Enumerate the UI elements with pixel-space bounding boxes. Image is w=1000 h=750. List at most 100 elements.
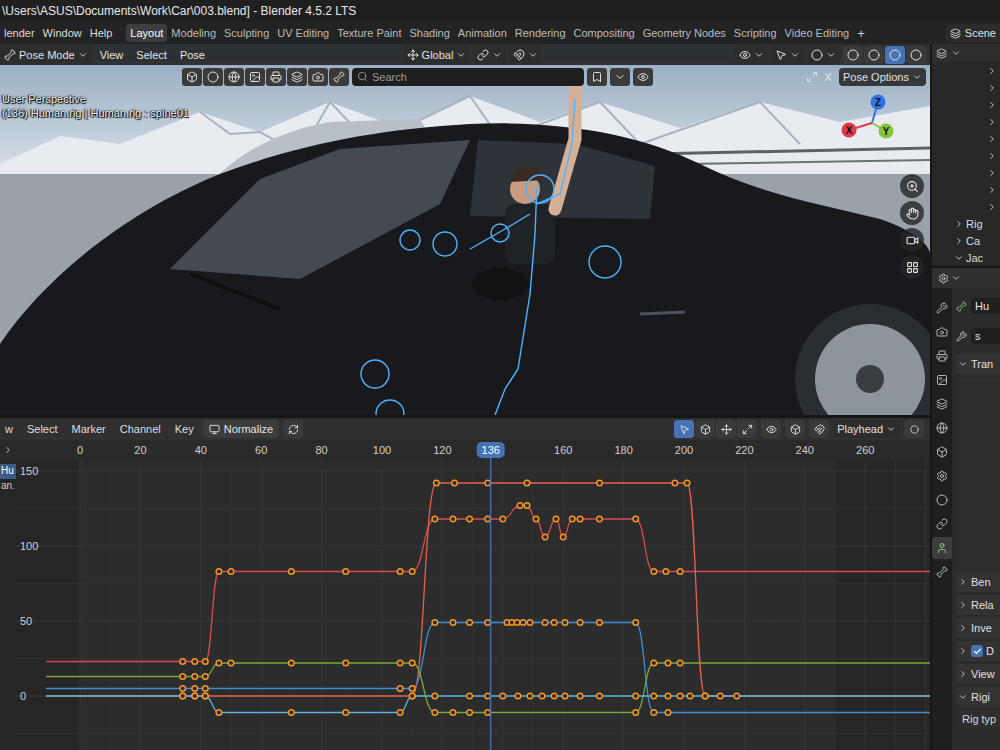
object-name-field[interactable]: Hu bbox=[971, 298, 1000, 314]
panel-header[interactable]: View bbox=[956, 664, 1000, 684]
orientation-dropdown[interactable]: Global bbox=[403, 46, 471, 64]
keyframe[interactable] bbox=[192, 659, 198, 665]
menu-item[interactable]: lender bbox=[0, 25, 39, 41]
keyframe[interactable] bbox=[524, 503, 530, 509]
keyframe[interactable] bbox=[409, 693, 415, 699]
properties-tab[interactable] bbox=[932, 321, 952, 343]
graph-menu[interactable]: Key bbox=[170, 421, 199, 437]
mirror-icon[interactable] bbox=[806, 71, 818, 83]
tool-button[interactable] bbox=[695, 420, 715, 438]
curve-path[interactable] bbox=[183, 663, 680, 713]
keyframe[interactable] bbox=[633, 693, 639, 699]
workspace-tab[interactable]: Texture Paint bbox=[333, 24, 405, 42]
playhead-line[interactable] bbox=[490, 458, 491, 750]
toolbar-button[interactable] bbox=[182, 68, 202, 86]
keyframe[interactable] bbox=[577, 516, 583, 522]
properties-tab[interactable] bbox=[932, 393, 952, 415]
keyframe[interactable] bbox=[397, 569, 403, 575]
chevron-right-icon[interactable] bbox=[954, 219, 964, 229]
panel-header[interactable]: Rela bbox=[956, 595, 1000, 615]
axis-handle[interactable] bbox=[871, 95, 886, 110]
overlay-dropdown[interactable] bbox=[807, 46, 840, 64]
chevron-down-icon[interactable] bbox=[951, 273, 961, 283]
graph-menu[interactable]: Marker bbox=[67, 421, 111, 437]
keyframe[interactable] bbox=[228, 569, 234, 575]
panel-header[interactable]: Rigi bbox=[956, 687, 1000, 707]
keyframe[interactable] bbox=[485, 620, 491, 626]
keyframe[interactable] bbox=[432, 693, 438, 699]
properties-tab[interactable] bbox=[932, 489, 952, 511]
keyframe[interactable] bbox=[450, 516, 456, 522]
keyframe[interactable] bbox=[432, 516, 438, 522]
keyframe[interactable] bbox=[485, 480, 491, 486]
curve-path[interactable] bbox=[183, 696, 705, 713]
keyframe[interactable] bbox=[192, 693, 198, 699]
keyframe[interactable] bbox=[702, 693, 708, 699]
panel-header[interactable]: D bbox=[956, 641, 1000, 661]
properties-tab[interactable] bbox=[932, 513, 952, 535]
toolbar-button[interactable] bbox=[203, 68, 223, 86]
graph-menu[interactable]: Channel bbox=[115, 421, 166, 437]
keyframe[interactable] bbox=[533, 516, 539, 522]
axis-handle[interactable] bbox=[879, 124, 894, 139]
keyframe[interactable] bbox=[665, 693, 671, 699]
keyframe[interactable] bbox=[203, 674, 209, 680]
workspace-tab[interactable]: Video Editing bbox=[781, 24, 854, 42]
3d-viewport[interactable]: Pose ModeViewSelectPoseGlobalSearchXPose… bbox=[0, 44, 930, 415]
keyframe[interactable] bbox=[343, 710, 349, 716]
armature[interactable] bbox=[361, 99, 621, 415]
proportional-button[interactable] bbox=[904, 420, 924, 438]
pivot-dropdown[interactable] bbox=[473, 46, 506, 64]
keyframe[interactable] bbox=[597, 620, 603, 626]
toolbar-button[interactable] bbox=[329, 68, 349, 86]
chevron-right-icon[interactable] bbox=[987, 202, 997, 212]
panel-checkbox[interactable] bbox=[971, 645, 983, 657]
chevron-right-icon[interactable] bbox=[987, 134, 997, 144]
keyframe[interactable] bbox=[343, 569, 349, 575]
toolbar-button[interactable] bbox=[224, 68, 244, 86]
keyframe[interactable] bbox=[539, 693, 545, 699]
keyframe[interactable] bbox=[597, 480, 603, 486]
curve-path[interactable] bbox=[183, 623, 668, 713]
shading-button[interactable] bbox=[885, 46, 905, 64]
chevron-right-icon[interactable] bbox=[987, 100, 997, 110]
keyframe[interactable] bbox=[432, 620, 438, 626]
keyframe[interactable] bbox=[633, 620, 639, 626]
keyframe[interactable] bbox=[569, 516, 575, 522]
snap-dropdown[interactable] bbox=[509, 46, 542, 64]
outliner-row[interactable] bbox=[932, 79, 1000, 96]
properties-tab[interactable] bbox=[932, 369, 952, 391]
keyframe[interactable] bbox=[651, 693, 657, 699]
keyframe[interactable] bbox=[467, 710, 473, 716]
keyframe[interactable] bbox=[527, 620, 533, 626]
outliner-row[interactable] bbox=[932, 181, 1000, 198]
properties-tab[interactable] bbox=[932, 345, 952, 367]
mirror-x-toggle[interactable]: X bbox=[821, 71, 836, 83]
keyframe[interactable] bbox=[597, 516, 603, 522]
keyframe[interactable] bbox=[467, 516, 473, 522]
filter-button[interactable] bbox=[761, 420, 781, 438]
keyframe[interactable] bbox=[192, 693, 198, 699]
workspace-tab[interactable]: UV Editing bbox=[273, 24, 333, 42]
chevron-right-icon[interactable] bbox=[954, 236, 964, 246]
tool-button[interactable] bbox=[737, 420, 757, 438]
curve-path[interactable] bbox=[183, 483, 737, 696]
keyframe[interactable] bbox=[485, 693, 491, 699]
keyframe[interactable] bbox=[409, 686, 415, 692]
workspace-tab[interactable]: Animation bbox=[454, 24, 511, 42]
keyframe[interactable] bbox=[289, 660, 295, 666]
keyframe[interactable] bbox=[485, 710, 491, 716]
keyframe[interactable] bbox=[717, 693, 723, 699]
keyframe[interactable] bbox=[542, 534, 548, 540]
workspace-tab[interactable]: Scripting bbox=[730, 24, 781, 42]
context-field[interactable]: s bbox=[971, 328, 1000, 344]
keyframe[interactable] bbox=[734, 693, 740, 699]
keyframe[interactable] bbox=[702, 693, 708, 699]
keyframe[interactable] bbox=[397, 710, 403, 716]
keyframe[interactable] bbox=[500, 693, 506, 699]
viewport-menu[interactable]: Select bbox=[131, 47, 172, 63]
keyframe[interactable] bbox=[672, 480, 678, 486]
keyframe[interactable] bbox=[562, 693, 568, 699]
channel-row[interactable]: an. bbox=[0, 479, 16, 494]
keyframe[interactable] bbox=[397, 660, 403, 666]
